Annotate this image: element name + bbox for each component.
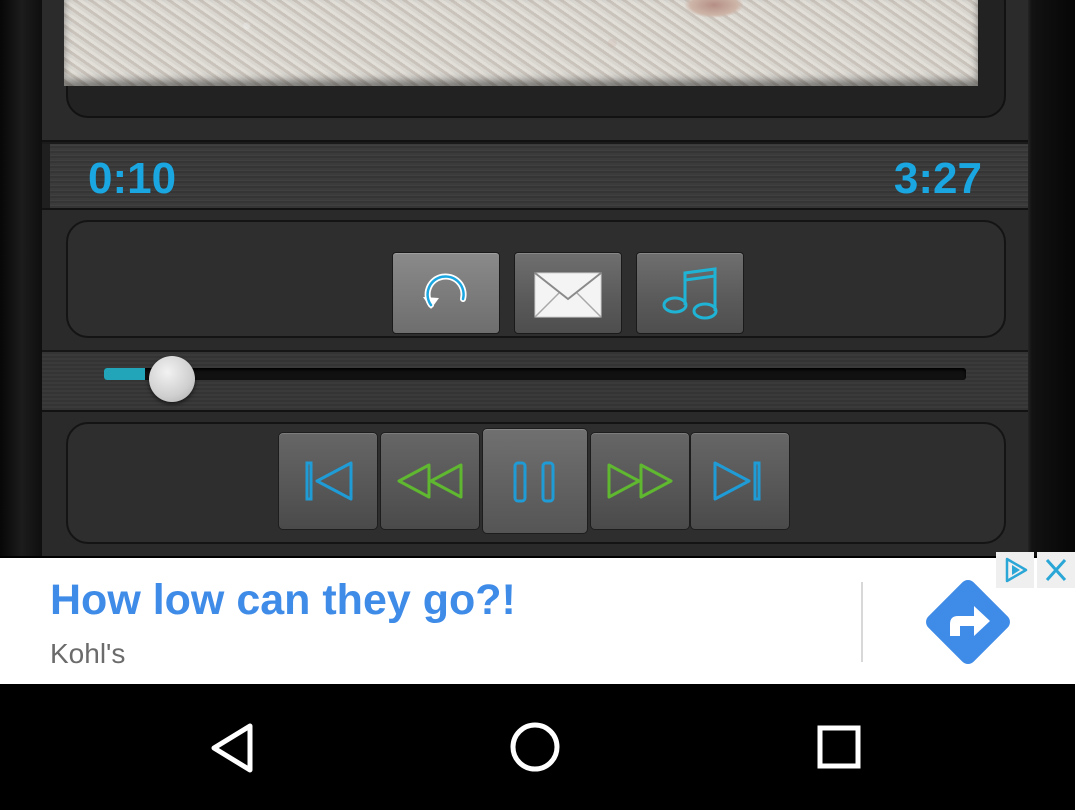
ad-headline[interactable]: How low can they go?! [50, 576, 516, 625]
music-player-screen: 0:10 3:27 [0, 0, 1075, 556]
forward-arrow-icon[interactable] [922, 576, 1014, 668]
seek-progress [104, 368, 146, 380]
album-artwork [64, 0, 978, 86]
ad-divider [861, 582, 863, 662]
system-navigation-bar [0, 684, 1075, 810]
total-time: 3:27 [893, 154, 982, 203]
home-icon[interactable] [500, 714, 570, 784]
action-button-row [42, 208, 1028, 352]
rewind-button[interactable] [380, 432, 480, 530]
seek-thumb[interactable] [149, 356, 196, 402]
close-icon[interactable] [1037, 552, 1075, 588]
music-library-button[interactable] [636, 252, 744, 334]
elapsed-time: 0:10 [88, 154, 177, 203]
repeat-icon [423, 273, 467, 309]
recents-icon[interactable] [804, 714, 874, 784]
share-email-button[interactable] [514, 252, 622, 334]
back-icon[interactable] [198, 714, 268, 784]
pause-icon [513, 461, 555, 503]
time-bar: 0:10 3:27 [42, 142, 1028, 212]
transport-controls-row [42, 410, 1028, 556]
mail-icon [534, 272, 602, 318]
music-note-icon [662, 267, 718, 320]
pause-button[interactable] [482, 428, 588, 534]
fast-forward-icon [607, 463, 673, 499]
skip-previous-icon [305, 461, 353, 501]
seek-bar[interactable] [104, 356, 966, 402]
repeat-button[interactable] [392, 252, 500, 334]
ad-banner[interactable]: How low can they go?! Kohl's [0, 552, 1075, 684]
ad-advertiser: Kohl's [50, 638, 126, 669]
action-panel [66, 220, 1006, 338]
skip-next-icon [713, 461, 761, 501]
rewind-icon [397, 463, 463, 499]
previous-track-button[interactable] [278, 432, 378, 530]
adchoices-icon[interactable] [996, 552, 1034, 588]
seek-bar-row [42, 350, 1028, 414]
fast-forward-button[interactable] [590, 432, 690, 530]
next-track-button[interactable] [690, 432, 790, 530]
